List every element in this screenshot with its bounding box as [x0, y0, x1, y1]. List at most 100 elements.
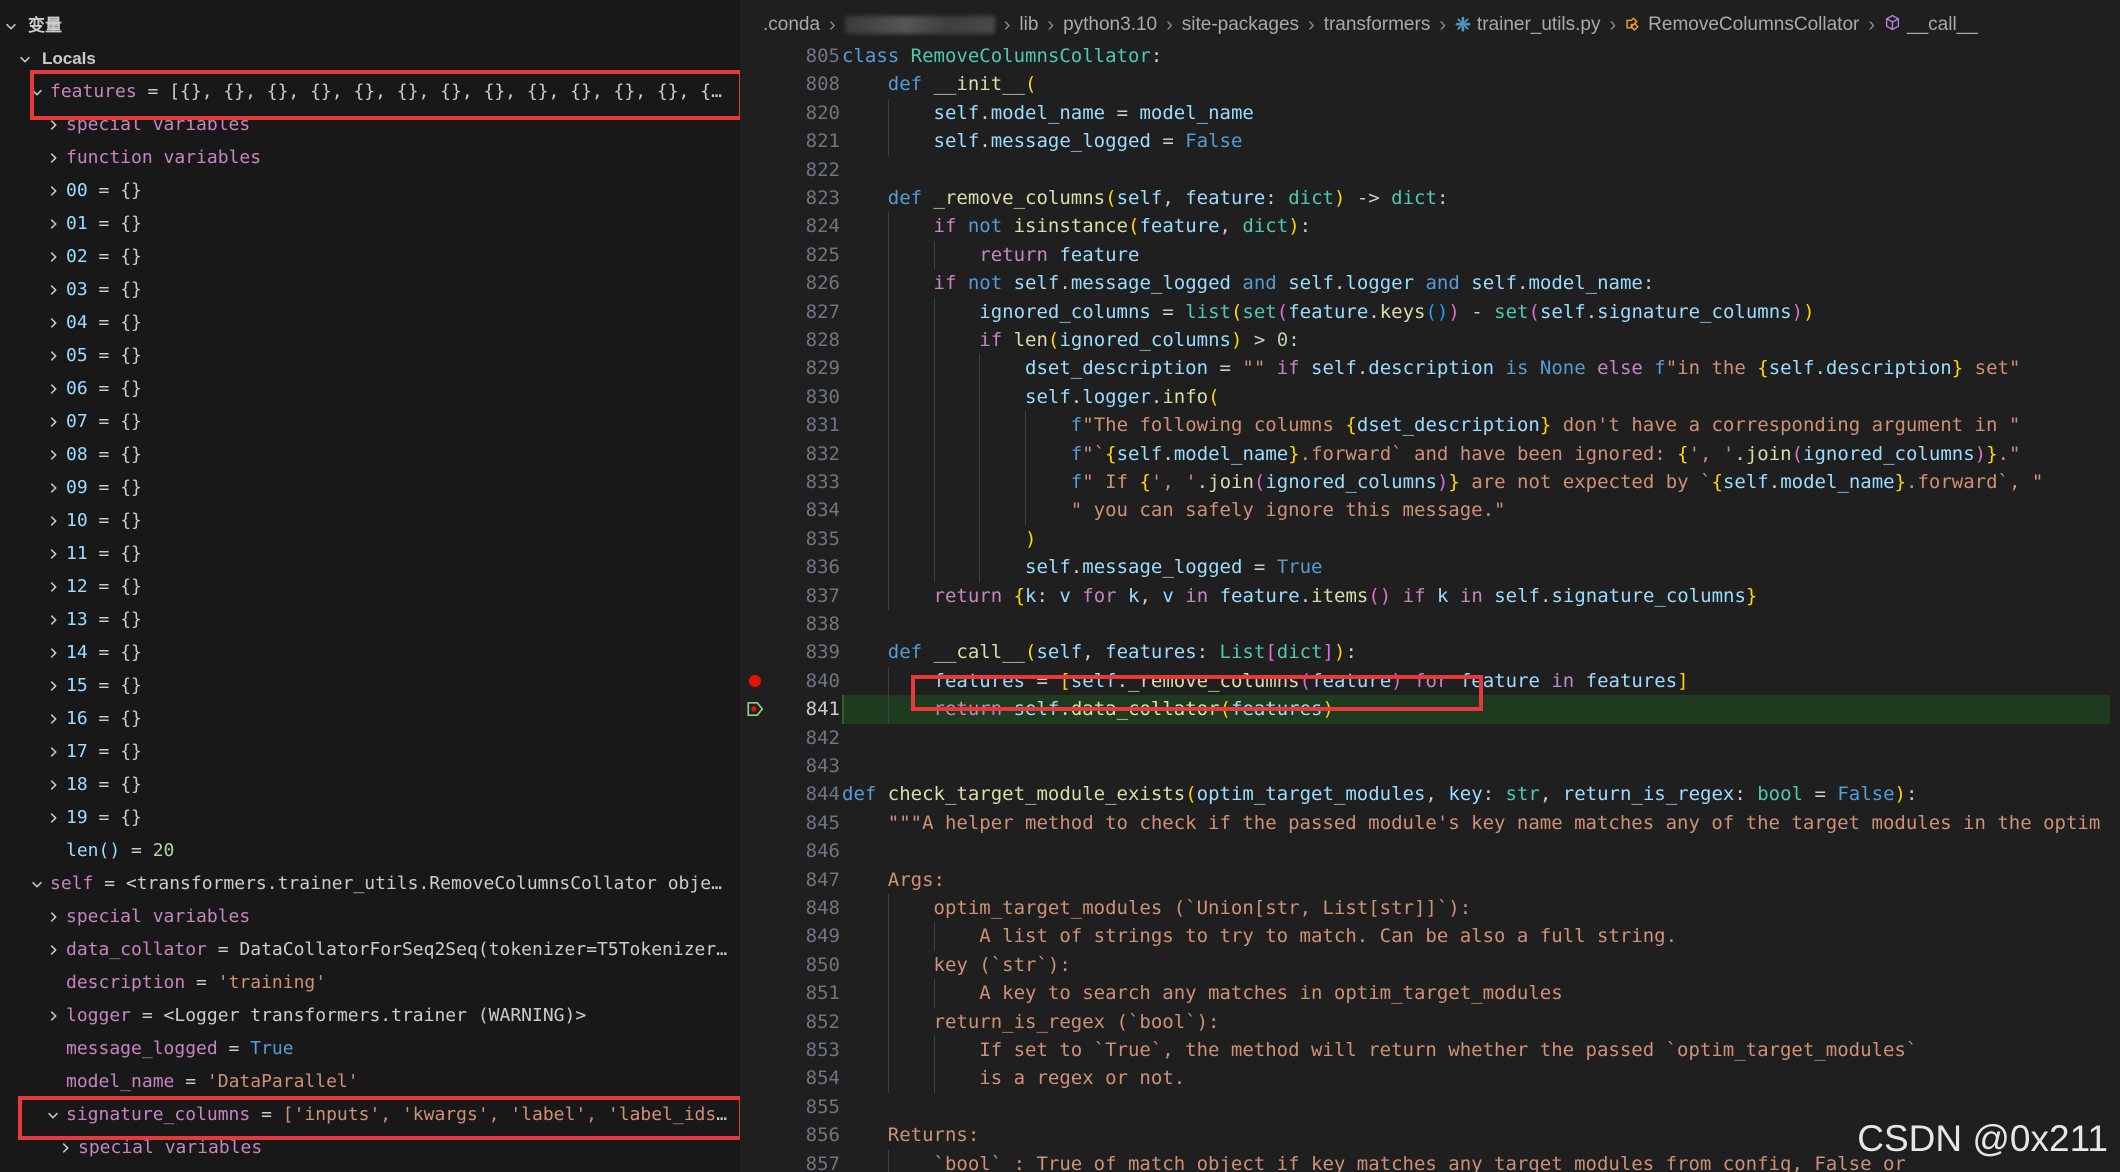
variable-row[interactable]: special variables	[0, 108, 740, 141]
chevron-right-icon[interactable]	[44, 108, 62, 141]
chevron-right-icon[interactable]	[44, 240, 62, 273]
code-line[interactable]: 840 features = [self._remove_columns(feat…	[740, 666, 2120, 696]
variable-row[interactable]: model_name = 'DataParallel'	[0, 1065, 740, 1098]
variable-row[interactable]: self = <transformers.trainer_utils.Remov…	[0, 867, 740, 900]
code-line[interactable]: 836 self.message_logged = True	[740, 553, 2120, 582]
code-line[interactable]: 849 A list of strings to try to match. Ca…	[740, 922, 2120, 951]
chevron-right-icon[interactable]	[44, 603, 62, 636]
chevron-right-icon[interactable]	[44, 141, 62, 174]
chevron-right-icon[interactable]	[44, 339, 62, 372]
chevron-right-icon[interactable]	[44, 702, 62, 735]
variable-row[interactable]: 08 = {}	[0, 438, 740, 471]
code-line[interactable]: 845 """A helper method to check if the pa…	[740, 809, 2120, 837]
breadcrumb-item[interactable]: transformers	[1324, 14, 1431, 36]
chevron-down-icon[interactable]	[28, 75, 46, 108]
code-line[interactable]: 837 return {k: v for k, v in feature.item…	[740, 581, 2120, 610]
variable-row[interactable]: data_collator = DataCollatorForSeq2Seq(t…	[0, 933, 740, 966]
code-line[interactable]: 808 def __init__(	[740, 70, 2120, 98]
code-line[interactable]: 838	[740, 610, 2120, 638]
chevron-right-icon[interactable]	[44, 900, 62, 933]
chevron-down-icon[interactable]	[44, 1098, 62, 1131]
code-line[interactable]: 844 def check_target_module_exists(optim_…	[740, 780, 2120, 808]
code-line[interactable]: 833 f" If {', '.join(ignored_columns)} ar…	[740, 468, 2120, 497]
variable-row[interactable]: signature_columns = ['inputs', 'kwargs',…	[0, 1098, 740, 1131]
code-line[interactable]: 828 if len(ignored_columns) > 0:	[740, 326, 2120, 355]
variable-row[interactable]: 14 = {}	[0, 636, 740, 669]
variable-row[interactable]: description = 'training'	[0, 966, 740, 999]
variable-row[interactable]: 12 = {}	[0, 570, 740, 603]
chevron-right-icon[interactable]	[44, 372, 62, 405]
variable-row[interactable]: 18 = {}	[0, 768, 740, 801]
code-line[interactable]: 843	[740, 752, 2120, 780]
chevron-right-icon[interactable]	[44, 438, 62, 471]
chevron-right-icon[interactable]	[44, 570, 62, 603]
code-line[interactable]: 831 f"The following columns {dset_descrip…	[740, 411, 2120, 440]
chevron-right-icon[interactable]	[44, 999, 62, 1032]
code-line[interactable]: 829 dset_description = "" if self.descrip…	[740, 354, 2120, 383]
code-line[interactable]: 822	[740, 156, 2120, 184]
chevron-right-icon[interactable]	[44, 174, 62, 207]
code-line[interactable]: 834 " you can safely ignore this message.…	[740, 496, 2120, 525]
breadcrumb-item[interactable]: python3.10	[1063, 14, 1157, 36]
variable-row[interactable]: logger = <Logger transformers.trainer (W…	[0, 999, 740, 1032]
code-line[interactable]: 850 key (`str`):	[740, 950, 2120, 980]
code-line[interactable]: 832 f"`{self.model_name}.forward` and hav…	[740, 439, 2120, 468]
variable-row[interactable]: 06 = {}	[0, 372, 740, 405]
variable-row[interactable]: 16 = {}	[0, 702, 740, 735]
code-line[interactable]: 847 Args:	[740, 866, 2120, 894]
code-line[interactable]: 825 return feature	[740, 240, 2120, 270]
breadcrumb-item[interactable]: ❈ trainer_utils.py	[1455, 14, 1600, 37]
code-line[interactable]: 821 self.message_logged = False	[740, 127, 2120, 156]
chevron-right-icon[interactable]	[44, 669, 62, 702]
chevron-right-icon[interactable]	[44, 768, 62, 801]
code-line[interactable]: 846	[740, 837, 2120, 865]
breadcrumb-item[interactable]: .conda	[763, 14, 820, 36]
code-line[interactable]: 826 if not self.message_logged and self.l…	[740, 269, 2120, 298]
variable-row[interactable]: 10 = {}	[0, 504, 740, 537]
variable-row[interactable]: 02 = {}	[0, 240, 740, 273]
variable-row[interactable]: 15 = {}	[0, 669, 740, 702]
locals-scope[interactable]: Locals	[0, 43, 300, 75]
code-line[interactable]: 854 is a regex or not.	[740, 1064, 2120, 1093]
chevron-right-icon[interactable]	[44, 207, 62, 240]
code-line[interactable]: 855	[740, 1093, 2120, 1121]
chevron-right-icon[interactable]	[44, 306, 62, 339]
variable-row[interactable]: 07 = {}	[0, 405, 740, 438]
chevron-right-icon[interactable]	[44, 471, 62, 504]
code-line[interactable]: 852 return_is_regex (`bool`):	[740, 1007, 2120, 1036]
code-line[interactable]: 830 self.logger.info(	[740, 382, 2120, 412]
variable-row[interactable]: 04 = {}	[0, 306, 740, 339]
code-line[interactable]: 848 optim_target_modules (`Union[str, Lis…	[740, 894, 2120, 923]
breadcrumb-item[interactable]: site-packages	[1182, 14, 1299, 36]
code-line[interactable]: 839 def __call__(self, features: List[dic…	[740, 638, 2120, 666]
chevron-right-icon[interactable]	[44, 933, 62, 966]
code-line[interactable]: 835)	[740, 524, 2120, 554]
code-line[interactable]: 820 self.model_name = model_name	[740, 98, 2120, 128]
chevron-right-icon[interactable]	[44, 801, 62, 834]
variable-row[interactable]: 17 = {}	[0, 735, 740, 768]
variable-row[interactable]: 05 = {}	[0, 339, 740, 372]
chevron-down-icon[interactable]	[28, 867, 46, 900]
code-line[interactable]: 805 class RemoveColumnsCollator:	[740, 42, 2120, 70]
chevron-right-icon[interactable]	[44, 504, 62, 537]
code-line[interactable]: 842	[740, 724, 2120, 752]
variable-row[interactable]: special variables	[0, 900, 740, 933]
chevron-right-icon[interactable]	[44, 636, 62, 669]
code-line[interactable]: 824 if not isinstance(feature, dict):	[740, 212, 2120, 241]
breadcrumb-item[interactable]	[844, 16, 995, 34]
chevron-right-icon[interactable]	[44, 735, 62, 768]
variable-row[interactable]: 01 = {}	[0, 207, 740, 240]
variable-row[interactable]: 11 = {}	[0, 537, 740, 570]
code-line[interactable]: 853 If set to `True`, the method will ret…	[740, 1036, 2120, 1065]
variable-row[interactable]: special variables	[0, 1131, 740, 1164]
chevron-right-icon[interactable]	[44, 273, 62, 306]
breadcrumb-item[interactable]: __call__	[1884, 14, 1978, 37]
variable-row[interactable]: 09 = {}	[0, 471, 740, 504]
chevron-right-icon[interactable]	[56, 1131, 74, 1164]
code-line[interactable]: 827 ignored_columns = list(set(feature.ke…	[740, 297, 2120, 326]
code-line[interactable]: 841 return self.data_collator(features)	[740, 695, 2120, 724]
breadcrumb-item[interactable]: RemoveColumnsCollator	[1625, 14, 1859, 37]
chevron-right-icon[interactable]	[44, 537, 62, 570]
code-line[interactable]: 851 A key to search any matches in optim_…	[740, 979, 2120, 1008]
variable-row[interactable]: function variables	[0, 141, 740, 174]
